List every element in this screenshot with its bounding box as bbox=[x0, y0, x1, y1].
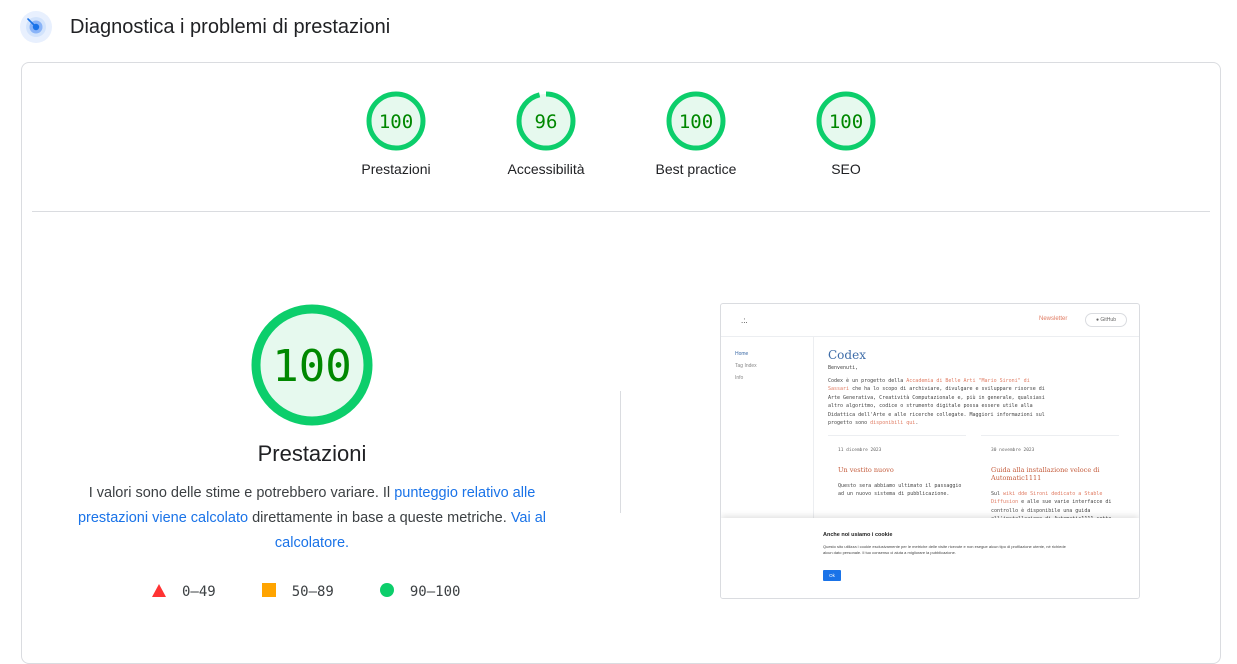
gauge-performance[interactable]: 100 Prestazioni bbox=[326, 91, 466, 177]
gauge-score: 100 bbox=[379, 111, 413, 133]
post-title: Un vestito nuovo bbox=[838, 466, 894, 474]
legend-average: 50–89 bbox=[261, 583, 334, 601]
screenshot-sidebar: Home Tag Index Info bbox=[721, 337, 814, 527]
intro-link: disponibili qui bbox=[870, 420, 916, 427]
gauge-label: Prestazioni bbox=[361, 161, 431, 177]
nav-item: Tag Index bbox=[735, 363, 757, 369]
main-score-gauge: 100 bbox=[250, 303, 374, 427]
site-logo: .:. bbox=[741, 316, 748, 325]
screenshot-topbar: .:. Newsletter ● GitHub bbox=[721, 304, 1139, 337]
legend-range: 50–89 bbox=[291, 584, 334, 600]
gauge-ring: 96 bbox=[516, 91, 576, 151]
score-legend: 0–49 50–89 90–100 bbox=[152, 583, 506, 601]
github-label: GitHub bbox=[1100, 317, 1116, 323]
final-screenshot[interactable]: .:. Newsletter ● GitHub Home Tag Index I… bbox=[720, 303, 1140, 599]
cookie-title: Anche noi usiamo i cookie bbox=[823, 532, 893, 538]
cookie-ok-button: Ok bbox=[823, 570, 841, 581]
triangle-icon bbox=[152, 583, 166, 601]
gauge-label: Best practice bbox=[655, 161, 737, 177]
gauge-best-practices[interactable]: 100 Best practice bbox=[626, 91, 766, 177]
gauge-seo[interactable]: 100 SEO bbox=[776, 91, 916, 177]
cookie-banner: Anche noi usiamo i cookie Questo sito ut… bbox=[721, 518, 1139, 598]
legend-range: 0–49 bbox=[182, 584, 216, 600]
site-intro: Codex è un progetto della Accademia di B… bbox=[828, 377, 1048, 427]
cookie-body: Questo sito utilizza i cookie esclusivam… bbox=[823, 544, 1066, 555]
newsletter-link: Newsletter bbox=[1039, 316, 1068, 322]
square-icon bbox=[261, 583, 276, 601]
nav-item: Home bbox=[735, 351, 749, 357]
site-title: Codex bbox=[828, 348, 866, 362]
vertical-divider bbox=[620, 391, 621, 513]
intro-text: che ha lo scopo di archiviare, divulgare… bbox=[828, 386, 1045, 427]
gauge-label: Accessibilità bbox=[507, 161, 585, 177]
post-title: Guida alla installazione veloce di Autom… bbox=[991, 466, 1100, 482]
post-card: 11 dicembre 2023 Un vestito nuovo Questo… bbox=[828, 435, 966, 521]
gauge-ring: 100 bbox=[816, 91, 876, 151]
gauge-score: 96 bbox=[535, 111, 558, 133]
page-header: Diagnostica i problemi di prestazioni bbox=[20, 10, 390, 44]
gauge-label: SEO bbox=[831, 161, 861, 177]
divider bbox=[32, 211, 1210, 212]
intro-text: Codex è un progetto della bbox=[828, 378, 907, 384]
legend-fail: 0–49 bbox=[152, 583, 216, 601]
post-body: Questo sera abbiamo ultimato il passaggi… bbox=[838, 483, 962, 498]
pagespeed-icon bbox=[20, 11, 52, 43]
main-score: 100 bbox=[272, 341, 351, 392]
desc-text: I valori sono delle stime e potrebbero v… bbox=[88, 485, 395, 501]
gauge-ring: 100 bbox=[366, 91, 426, 151]
legend-range: 90–100 bbox=[409, 584, 461, 600]
category-title: Prestazioni bbox=[257, 441, 367, 466]
gauge-ring: 100 bbox=[666, 91, 726, 151]
post-date: 30 novembre 2023 bbox=[991, 448, 1035, 453]
gauge-score: 100 bbox=[829, 111, 863, 133]
gauge-accessibility[interactable]: 96 Accessibilità bbox=[476, 91, 616, 177]
intro-text: . bbox=[915, 420, 919, 427]
page-title: Diagnostica i problemi di prestazioni bbox=[70, 15, 391, 38]
score-gauges: 100 Prestazioni 96 Accessibilità 100 Bes… bbox=[22, 63, 1220, 211]
circle-icon bbox=[379, 583, 394, 601]
github-button: ● GitHub bbox=[1085, 313, 1127, 327]
site-welcome: Benvenuti, bbox=[828, 365, 859, 371]
legend-pass: 90–100 bbox=[379, 583, 461, 601]
post-date: 11 dicembre 2023 bbox=[838, 448, 882, 453]
post-card: 30 novembre 2023 Guida alla installazion… bbox=[981, 435, 1119, 522]
score-description: I valori sono delle stime e potrebbero v… bbox=[66, 481, 558, 556]
desc-text: direttamente in base a queste metriche. bbox=[248, 510, 511, 526]
gauge-score: 100 bbox=[679, 111, 713, 133]
post-body-text: Sul bbox=[991, 491, 1004, 497]
report-card: 100 Prestazioni 96 Accessibilità 100 Bes… bbox=[21, 62, 1221, 664]
nav-item: Info bbox=[735, 375, 744, 381]
